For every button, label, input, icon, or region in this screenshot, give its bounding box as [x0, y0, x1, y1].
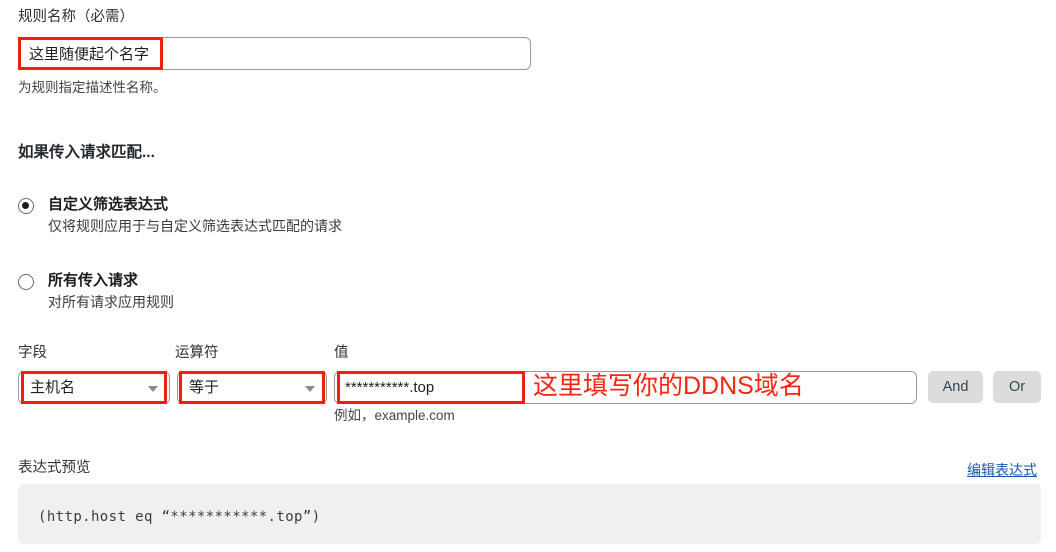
chevron-down-icon: [148, 386, 158, 392]
field-select-value: 主机名: [30, 379, 76, 396]
radio-title-custom-expression: 自定义筛选表达式: [48, 196, 169, 213]
radio-description-all-requests: 对所有请求应用规则: [48, 294, 174, 310]
or-button[interactable]: Or: [993, 371, 1041, 403]
value-input-annotation: 这里填写你的DDNS域名: [533, 372, 804, 400]
operator-select-value: 等于: [189, 379, 220, 396]
edit-expression-link[interactable]: 编辑表达式: [967, 460, 1037, 480]
operator-select[interactable]: 等于: [177, 371, 327, 404]
rule-name-input[interactable]: [18, 37, 531, 70]
field-select[interactable]: 主机名: [18, 371, 170, 404]
rule-builder-page: 规则名称（必需） 为规则指定描述性名称。 如果传入请求匹配... 自定义筛选表达…: [0, 0, 1056, 552]
rule-name-label: 规则名称（必需）: [18, 9, 134, 25]
rule-name-helper: 为规则指定描述性名称。: [18, 80, 167, 95]
radio-title-all-requests: 所有传入请求: [48, 272, 139, 289]
chevron-down-icon: [305, 386, 315, 392]
radio-description-custom-expression: 仅将规则应用于与自定义筛选表达式匹配的请求: [48, 218, 342, 234]
expression-preview-box: (http.host eq “***********.top”): [18, 484, 1041, 544]
operator-column-label: 运算符: [175, 345, 219, 361]
field-column-label: 字段: [18, 345, 47, 361]
radio-option-all-requests[interactable]: 所有传入请求 对所有请求应用规则: [18, 272, 318, 316]
expression-preview-text: (http.host eq “***********.top”): [38, 509, 321, 525]
value-column-label: 值: [334, 345, 349, 361]
value-input-helper: 例如，example.com: [334, 408, 455, 423]
radio-indicator-all-requests[interactable]: [18, 274, 34, 290]
radio-indicator-custom-expression[interactable]: [18, 198, 34, 214]
match-section-heading: 如果传入请求匹配...: [18, 144, 155, 161]
radio-option-custom-expression[interactable]: 自定义筛选表达式 仅将规则应用于与自定义筛选表达式匹配的请求: [18, 196, 438, 240]
and-button[interactable]: And: [928, 371, 983, 403]
expression-preview-label: 表达式预览: [18, 460, 91, 476]
